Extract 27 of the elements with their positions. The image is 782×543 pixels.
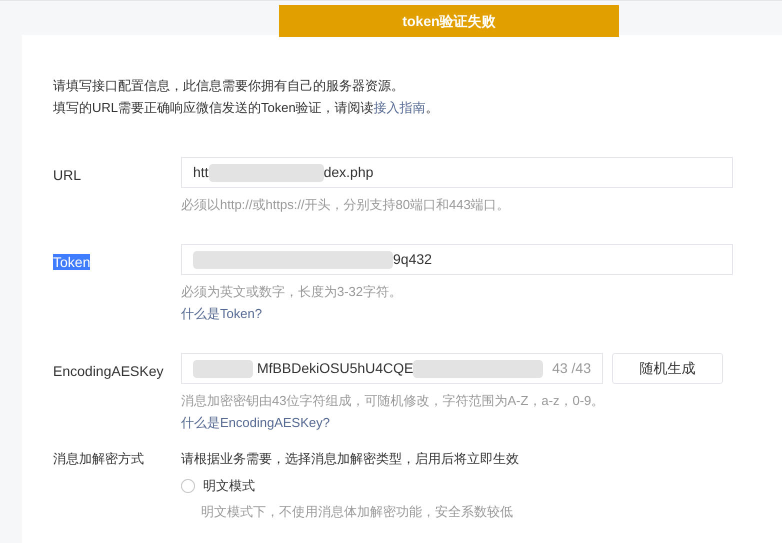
option-label[interactable]: 明文模式 [203,477,255,495]
help-link[interactable]: 什么是EncodingAESKey? [181,414,330,432]
field-hint: 消息加密密钥由43位字符组成，可随机修改，字符范围为A-Z，a-z，0-9。 [181,392,606,410]
blurred-text [193,360,253,378]
field-value: htt [193,163,209,182]
random-generate-button[interactable]: 随机生成 [612,353,723,384]
field-hint: 必须以http://或https://开头，分别支持80端口和443端口。 [181,196,511,214]
field-value: 9q432 [393,250,432,269]
input-field[interactable]: 9q432 [181,244,733,275]
field-value: dex.php [324,163,374,182]
intro-text: 填写的URL需要正确响应微信发送的Token验证，请阅读接入指南。 [53,99,440,117]
field-label: URL [53,167,82,183]
field-value: MfBBDekiOSU5hU4CQE [257,359,414,378]
input-field[interactable]: htt dex.php [181,157,733,188]
option-hint: 明文模式下，不使用消息体加解密功能，安全系数较低 [201,503,514,521]
help-link[interactable]: 什么是Token? [181,305,262,323]
field-label: 消息加解密方式 [53,450,145,468]
error-banner: token验证失败 [279,5,619,37]
intro-text: 请填写接口配置信息，此信息需要你拥有自己的服务器资源。 [53,77,405,95]
character-counter: 43 /43 [552,359,591,378]
mode-description: 请根据业务需要，选择消息加解密类型，启用后将立即生效 [181,450,519,468]
guide-link[interactable]: 接入指南 [374,100,426,115]
field-label: Token [53,254,90,270]
field-label: EncodingAESKey [53,363,164,379]
field-hint: 必须为英文或数字，长度为3-32字符。 [181,283,404,301]
radio-button[interactable] [181,479,195,493]
input-field[interactable]: MfBBDekiOSU5hU4CQE 43 /43 [181,353,603,384]
